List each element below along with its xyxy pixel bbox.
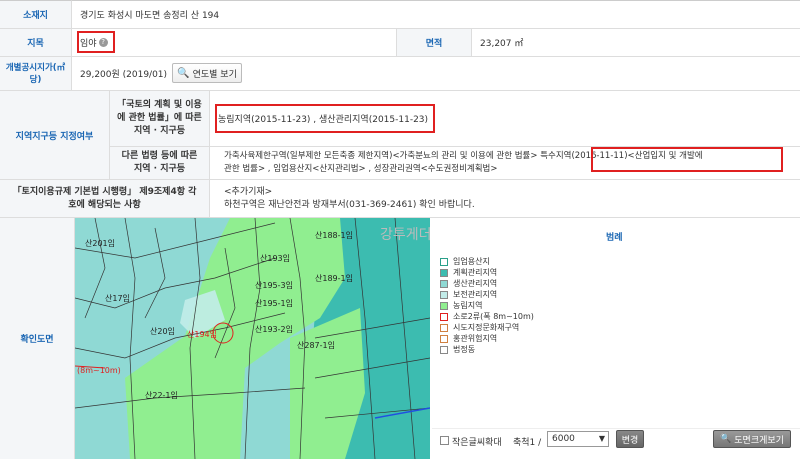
legend-swatch [440,279,448,288]
parcel-label: 산195-3임 [255,281,293,290]
legend-item: 법정동 [440,344,475,355]
location-label: 소재지 [0,0,72,29]
parcel-label: 산287-1임 [297,341,335,350]
zone-row2-part-c: 관한 법률> , 임업용산지<산지관리법> , 성장관리권역<수도권정비계획법> [224,164,498,174]
regulation-line1: <추가기재> [224,187,273,197]
map-svg [75,218,430,459]
parcel-label: 산188-1임 [315,231,353,240]
enlarge-map-button[interactable]: 🔍 도면크게보기 [713,430,791,448]
enlarge-map-label: 도면크게보기 [734,435,784,446]
change-button[interactable]: 변경 [616,430,644,448]
legend-swatch [440,345,448,354]
legend-title: 범례 [606,233,623,243]
enlarge-text-label: 작은글씨확대 [452,438,502,448]
legend-swatch [440,301,448,310]
parcel-label: 산193임 [260,254,290,263]
parcel-label: 산22-1임 [145,391,178,400]
parcel-label: 산201임 [85,239,115,248]
highlight-jimok [77,31,115,53]
map-label: 확인도면 [0,218,75,459]
legend-swatch [440,257,448,266]
scale-value: 6000 [552,434,575,444]
legend-item: 시도지정문화재구역 [440,322,519,333]
highlight-zone-row1 [215,104,435,133]
price-label: 개별공시지가(㎡당) [0,57,72,91]
legend-swatch [440,290,448,299]
zoom-icon: 🔍 [720,434,732,444]
legend-item: 보전관리지역 [440,289,497,300]
search-icon: 🔍 [177,67,190,79]
scale-select[interactable]: 6000 ▼ [547,431,609,447]
zone-row2-label: 다른 법령 등에 따른 지역 · 지구등 [110,147,210,180]
year-view-button[interactable]: 🔍 연도별 보기 [172,63,242,83]
regulation-line2: 하천구역은 재난안전과 방재부서(031-369-2461) 확인 바랍니다. [224,200,475,210]
jimok-label: 지목 [0,29,72,57]
regulation-label: 「토지이용규제 기본법 시행령」 제9조제4항 각 호에 해당되는 사항 [0,180,210,218]
legend-item: 농림지역 [440,300,482,311]
legend-swatch [440,334,448,343]
legend-swatch [440,312,448,321]
target-parcel-label: 산194임 [187,330,217,339]
jimok-cell: 임야 ? [72,29,397,57]
road-label: (8m~10m) [77,366,121,375]
zone-label: 지역지구등 지정여부 [0,91,110,180]
scale-label: 축척1 / [513,438,542,448]
highlight-special-zone [591,147,783,172]
parcel-label: 산193-2임 [255,325,293,334]
location-value: 경기도 화성시 마도면 송정리 산 194 [72,0,800,29]
enlarge-text-checkbox[interactable] [440,436,449,445]
parcel-label: 산20임 [150,327,175,336]
area-label: 면적 [397,29,472,57]
parcel-label: 산189-1임 [315,274,353,283]
parcel-label: 산17임 [105,294,130,303]
chevron-down-icon: ▼ [598,434,605,443]
zone-row1-label: 「국토의 계획 및 이용에 관한 법률」에 따른 지역 · 지구등 [110,91,210,147]
legend-item: 임업용산지 [440,256,490,267]
legend-swatch [440,323,448,332]
legend-item: 계획관리지역 [440,267,497,278]
regulation-value: <추가기재> 하천구역은 재난안전과 방재부서(031-369-2461) 확인… [210,180,800,218]
legend-item: 홍관위험지역 [440,333,497,344]
year-view-label: 연도별 보기 [192,69,237,80]
parcel-label: 산195-1임 [255,299,293,308]
area-value: 23,207 ㎡ [472,29,800,57]
zone-row2-part-a: 가축사육제한구역(일부제한 모든축종 제한지역)<가축분뇨의 관리 및 이용에 … [224,151,541,161]
legend-item: 소로2류(폭 8m~10m) [440,311,534,322]
legend-item: 생산관리지역 [440,278,497,289]
legend-swatch [440,268,448,277]
price-value: 29,200원 (2019/01) [80,70,168,80]
map-image[interactable]: 산188-1임 산193임 산17임 산189-1임 산195-3임 산195-… [75,218,430,459]
